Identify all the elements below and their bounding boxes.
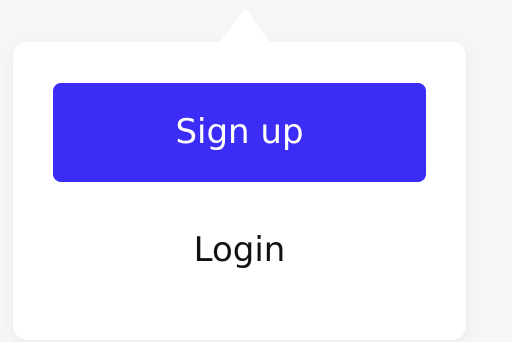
sign-up-button[interactable]: Sign up [53, 83, 426, 182]
dropdown-caret [220, 8, 270, 42]
login-link[interactable]: Login [53, 218, 426, 282]
auth-dropdown-menu: Sign up Login [13, 8, 466, 340]
page: { "auth_menu": { "signup_label": "Sign u… [0, 0, 512, 342]
